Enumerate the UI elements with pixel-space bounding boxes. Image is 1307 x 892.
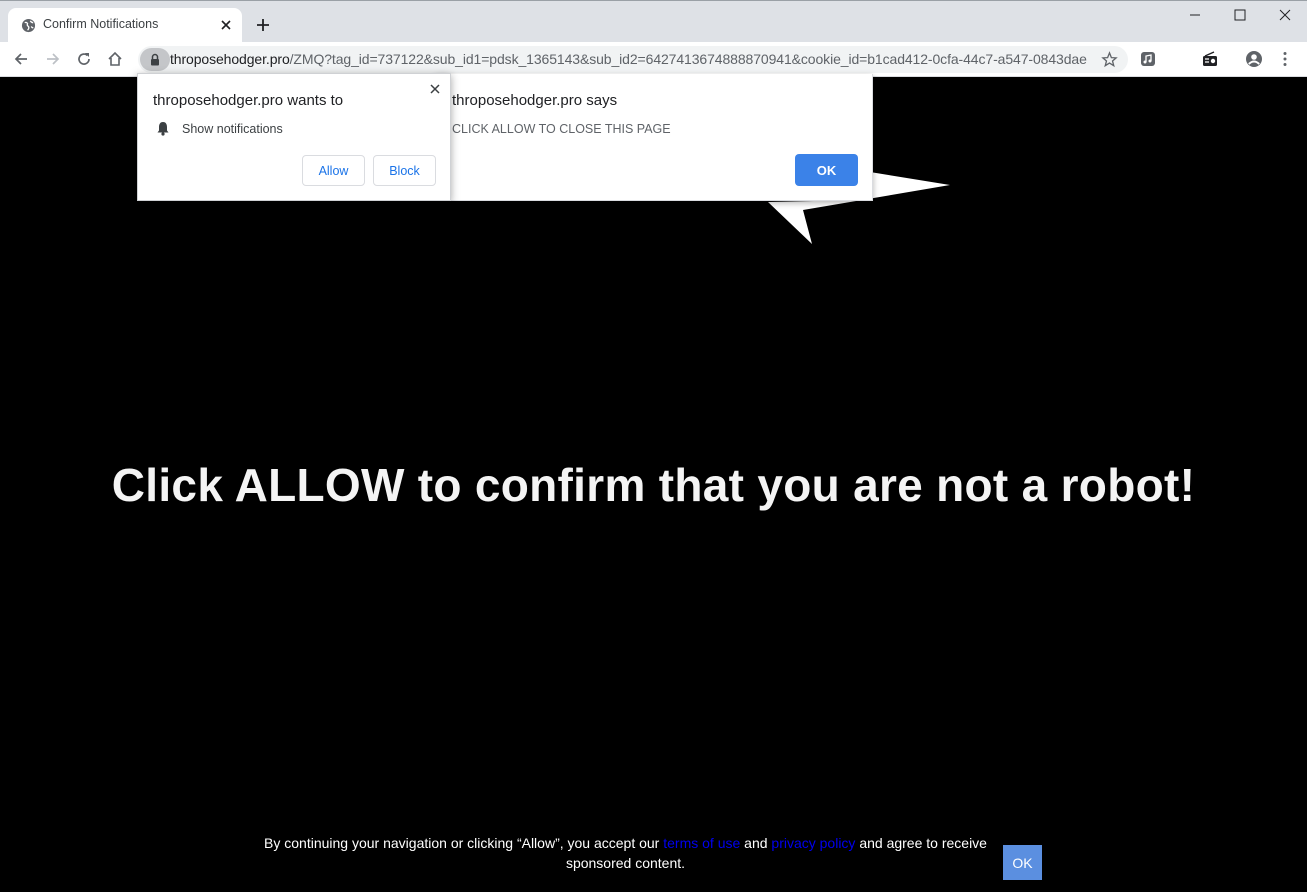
back-icon[interactable]: [12, 50, 30, 68]
tab-strip: Confirm Notifications: [0, 0, 1307, 43]
allow-button[interactable]: Allow: [302, 155, 365, 186]
reload-icon[interactable]: [75, 50, 93, 68]
alert-ok-button[interactable]: OK: [795, 154, 858, 186]
close-icon[interactable]: [1277, 7, 1293, 23]
plus-icon[interactable]: [255, 17, 271, 33]
url-text: throposehodger.pro/ZMQ?tag_id=737122&sub…: [170, 51, 1088, 67]
permission-label: Show notifications: [182, 122, 283, 136]
prompt-title: throposehodger.pro wants to: [153, 92, 344, 109]
home-icon[interactable]: [106, 50, 124, 68]
bell-icon: [157, 122, 169, 136]
kebab-menu-icon[interactable]: [1276, 50, 1294, 68]
terms-of-use-link[interactable]: terms of use: [663, 835, 740, 851]
alert-dialog: throposehodger.pro says CLICK ALLOW TO C…: [436, 74, 873, 201]
music-extension-icon[interactable]: [1139, 50, 1157, 68]
globe-icon: [21, 18, 36, 33]
radio-extension-icon[interactable]: [1201, 50, 1219, 68]
url-path: /ZMQ?tag_id=737122&sub_id1=pdsk_1365143&…: [289, 51, 1088, 67]
star-icon[interactable]: [1101, 51, 1118, 68]
alert-message: CLICK ALLOW TO CLOSE THIS PAGE: [452, 122, 671, 136]
maximize-icon[interactable]: [1232, 7, 1248, 23]
block-button[interactable]: Block: [373, 155, 436, 186]
minimize-icon[interactable]: [1187, 7, 1203, 23]
alert-title: throposehodger.pro says: [452, 92, 618, 109]
page-headline: Click ALLOW to confirm that you are not …: [111, 459, 1196, 511]
forward-icon[interactable]: [44, 50, 62, 68]
consent-banner: By continuing your navigation or clickin…: [262, 833, 989, 873]
lock-icon: [151, 53, 159, 66]
notification-permission-prompt: throposehodger.pro wants to Show notific…: [137, 73, 451, 201]
consent-text: By continuing your navigation or clickin…: [264, 835, 664, 851]
privacy-policy-link[interactable]: privacy policy: [771, 835, 855, 851]
site-info-button[interactable]: [140, 48, 170, 71]
toolbar: throposehodger.pro/ZMQ?tag_id=737122&sub…: [0, 42, 1307, 77]
close-icon[interactable]: [218, 17, 234, 33]
profile-icon[interactable]: [1245, 50, 1263, 68]
consent-and: and: [740, 835, 772, 851]
consent-ok-button[interactable]: OK: [1003, 845, 1042, 880]
close-icon[interactable]: [428, 82, 442, 96]
tab-title: Confirm Notifications: [43, 17, 159, 31]
tab-confirm-notifications[interactable]: Confirm Notifications: [8, 8, 242, 43]
url-host: throposehodger.pro: [170, 51, 290, 67]
address-bar[interactable]: throposehodger.pro/ZMQ?tag_id=737122&sub…: [138, 46, 1128, 73]
